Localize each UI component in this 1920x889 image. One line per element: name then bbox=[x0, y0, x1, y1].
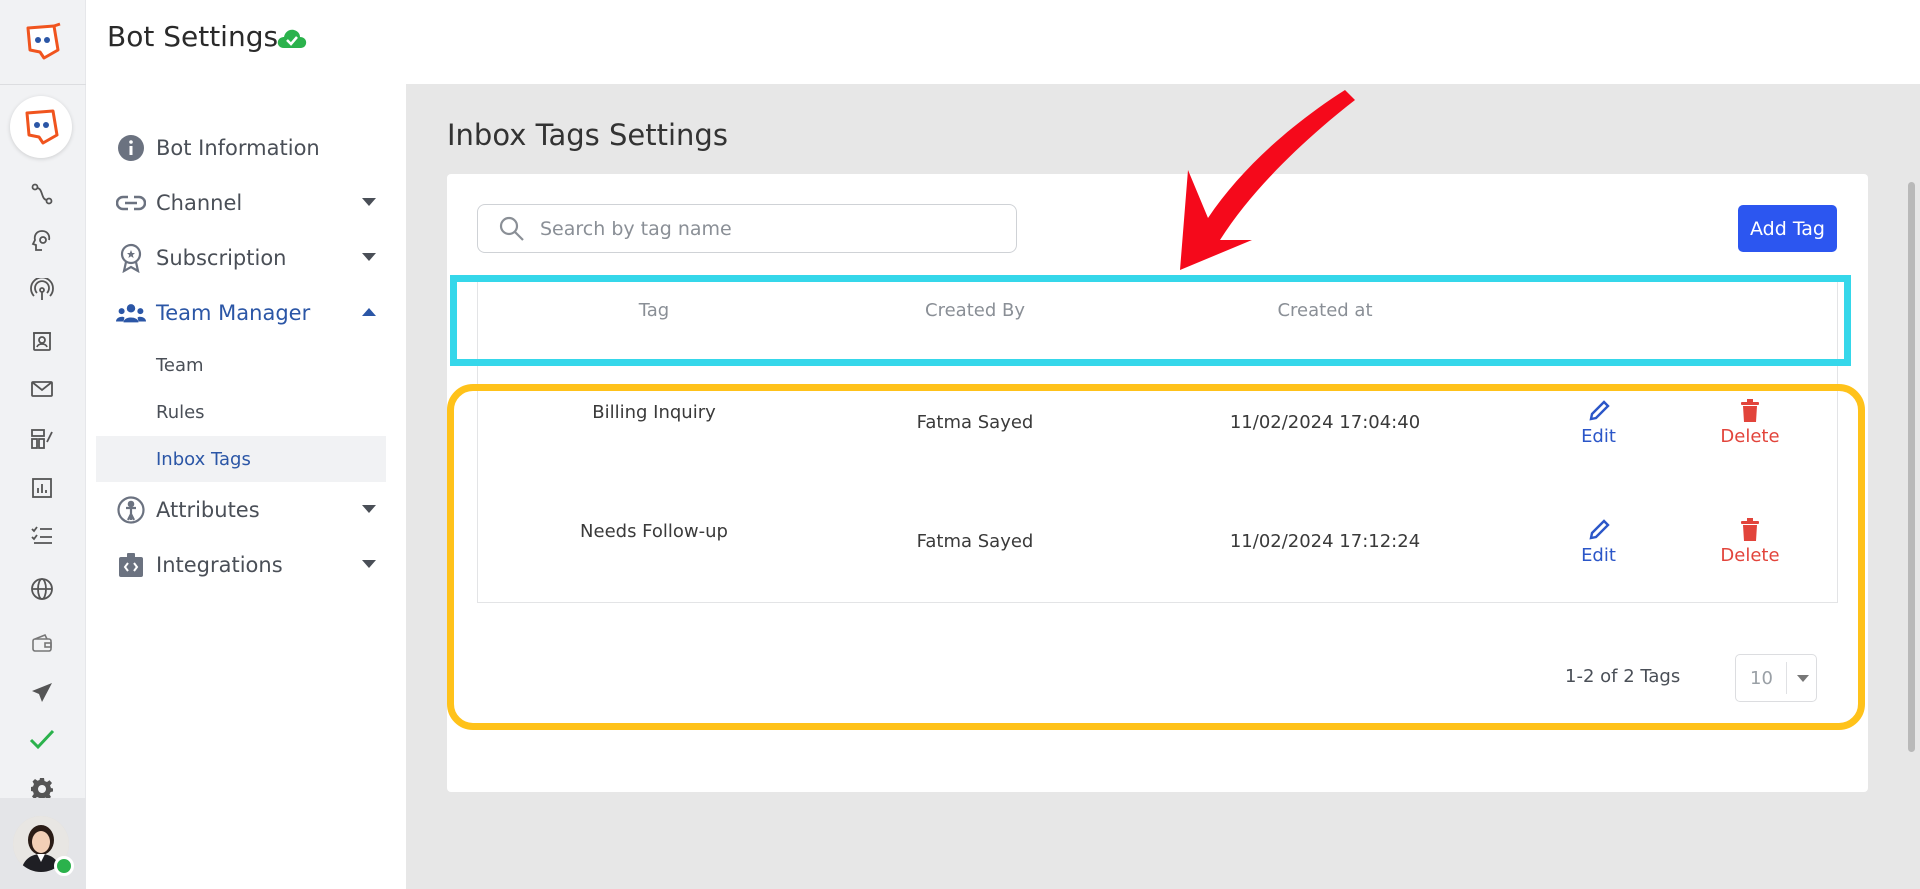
broadcast-icon[interactable] bbox=[27, 275, 57, 305]
nav-item-label: Team Manager bbox=[156, 301, 311, 325]
annotation-highlight-header bbox=[450, 275, 1851, 366]
nav-subitem-inbox-tags[interactable]: Inbox Tags bbox=[96, 436, 386, 482]
nav-subitem-label: Rules bbox=[156, 401, 205, 423]
mail-icon[interactable] bbox=[27, 374, 57, 404]
rail-divider bbox=[0, 84, 86, 85]
bot-avatar[interactable] bbox=[10, 96, 72, 158]
analytics-icon[interactable] bbox=[27, 473, 57, 503]
contacts-icon[interactable] bbox=[27, 326, 57, 356]
top-bar bbox=[86, 0, 1920, 84]
nav-subitem-label: Team bbox=[156, 354, 204, 376]
page-title: Bot Settings bbox=[107, 20, 279, 53]
nav-item-attributes[interactable]: Attributes bbox=[116, 490, 386, 530]
flow-icon[interactable] bbox=[27, 179, 57, 209]
add-tag-button[interactable]: Add Tag bbox=[1738, 205, 1837, 252]
nav-subitem-team[interactable]: Team bbox=[96, 342, 386, 388]
wallet-icon[interactable] bbox=[27, 628, 57, 658]
brain-icon[interactable] bbox=[27, 226, 57, 256]
nav-subitem-rules[interactable]: Rules bbox=[96, 389, 386, 435]
icon-rail bbox=[0, 0, 86, 889]
nav-item-label: Attributes bbox=[156, 498, 260, 522]
chevron-up-icon bbox=[362, 308, 376, 316]
link-icon bbox=[116, 188, 146, 218]
chevron-down-icon bbox=[362, 560, 376, 568]
nav-subitem-label: Inbox Tags bbox=[156, 448, 251, 470]
search-box bbox=[477, 204, 1017, 253]
integrations-icon bbox=[116, 550, 146, 580]
team-icon bbox=[116, 298, 146, 328]
search-input[interactable] bbox=[540, 217, 1000, 240]
nav-item-label: Bot Information bbox=[156, 136, 320, 160]
section-title: Inbox Tags Settings bbox=[447, 118, 728, 152]
app-logo-icon[interactable] bbox=[20, 20, 64, 64]
builder-icon[interactable] bbox=[27, 424, 57, 454]
info-icon bbox=[116, 133, 146, 163]
nav-item-label: Integrations bbox=[156, 553, 283, 577]
nav-item-subscription[interactable]: Subscription bbox=[116, 238, 386, 278]
checklist-icon[interactable] bbox=[27, 520, 57, 550]
annotation-highlight-rows bbox=[447, 384, 1865, 730]
nav-item-integrations[interactable]: Integrations bbox=[116, 545, 386, 585]
badge-icon bbox=[116, 243, 146, 273]
online-status-indicator bbox=[54, 856, 74, 876]
chevron-down-icon bbox=[362, 198, 376, 206]
chevron-down-icon bbox=[362, 253, 376, 261]
nav-item-bot-information[interactable]: Bot Information bbox=[116, 128, 386, 168]
check-icon[interactable] bbox=[27, 724, 57, 754]
nav-item-team-manager[interactable]: Team Manager bbox=[116, 293, 386, 333]
nav-item-label: Subscription bbox=[156, 246, 287, 270]
globe-icon[interactable] bbox=[27, 574, 57, 604]
nav-item-channel[interactable]: Channel bbox=[116, 183, 386, 223]
send-icon[interactable] bbox=[27, 678, 57, 708]
annotation-arrow-icon bbox=[1160, 90, 1370, 284]
nav-item-label: Channel bbox=[156, 191, 243, 215]
chevron-down-icon bbox=[362, 505, 376, 513]
search-icon bbox=[492, 209, 532, 249]
cloud-saved-icon bbox=[276, 26, 308, 54]
person-circle-icon bbox=[116, 495, 146, 525]
scrollbar[interactable] bbox=[1908, 182, 1915, 752]
